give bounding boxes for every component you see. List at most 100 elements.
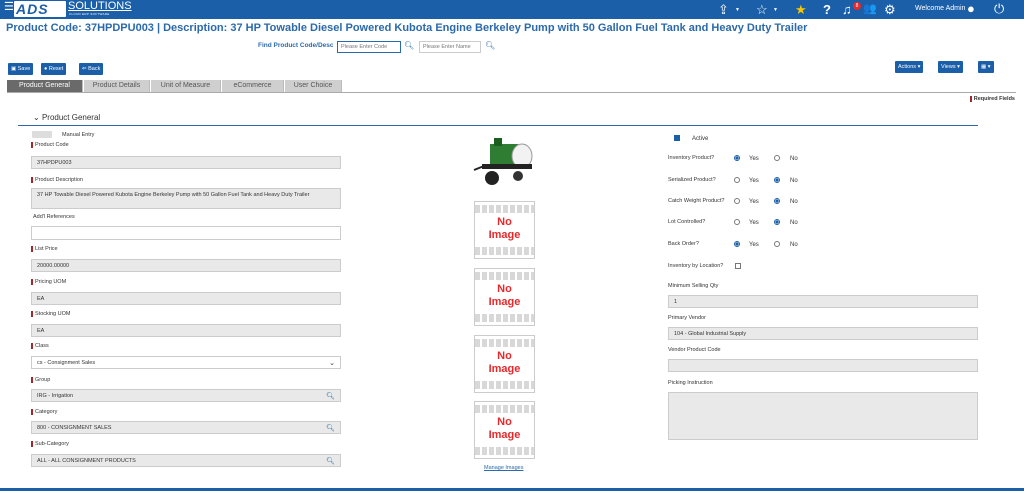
product-code-label: Product Code (31, 142, 69, 148)
back-button[interactable]: ⇐ Back (79, 63, 104, 75)
users-icon[interactable]: 👥 (863, 2, 877, 17)
list-price-field[interactable]: 20000.00000 (31, 259, 341, 272)
save-label: Save (17, 66, 31, 72)
film-strip-top (475, 205, 534, 213)
group-field[interactable]: IRG - Irrigation 🔍︎ (31, 389, 341, 402)
yes-label: Yes (749, 242, 759, 248)
top-navigation-bar: ☰ ADS SOLUTIONS CLOUD ERP SOFTWARE ⇪ ▼ ☆… (0, 0, 1024, 19)
share-caret-icon[interactable]: ▼ (735, 7, 740, 13)
category-search-icon[interactable]: 🔍︎ (326, 425, 335, 432)
no-image-placeholder[interactable]: No Image (474, 268, 535, 326)
find-product-label: Find Product Code/Desc (258, 42, 334, 49)
user-account-icon[interactable]: ● (967, 1, 975, 16)
stocking-uom-label: Stocking UOM (31, 311, 70, 317)
favorites-star-outline-icon[interactable]: ☆ (756, 2, 768, 17)
class-value: cs - Consignment Sales (37, 360, 96, 366)
no-label: No (790, 178, 798, 184)
share-icon[interactable]: ⇪ (718, 2, 729, 17)
power-logout-icon[interactable]: ⏻ (994, 1, 1004, 16)
inventory-by-location-checkbox[interactable] (735, 263, 741, 269)
product-code-field[interactable]: 37HPDPU003 (31, 156, 341, 169)
product-name-search-input[interactable]: Please Enter Name (419, 41, 481, 53)
manage-images-link[interactable]: Manage Images (484, 465, 523, 471)
tab-ecommerce[interactable]: eCommerce (222, 80, 284, 92)
save-button[interactable]: ▣ Save (8, 63, 34, 75)
search-name-icon[interactable]: 🔍︎ (485, 41, 495, 51)
reset-button[interactable]: ● Reset (41, 63, 67, 75)
catch-weight-label: Catch Weight Product? (668, 198, 725, 204)
active-checkbox[interactable] (674, 135, 680, 141)
logo-ads-text: ADS (16, 1, 49, 17)
serialized-product-no-radio[interactable] (774, 177, 780, 183)
favorite-star-icon[interactable]: ★ (795, 2, 807, 17)
primary-vendor-field[interactable]: 104 - Global Industrial Supply (668, 327, 978, 340)
inventory-product-no-radio[interactable] (774, 155, 780, 161)
class-label: Class (31, 343, 49, 349)
addl-references-field[interactable] (31, 226, 341, 240)
no-image-placeholder[interactable]: No Image (474, 401, 535, 459)
no-image-placeholder[interactable]: No Image (474, 335, 535, 393)
actions-button[interactable]: Actions ▾ (895, 61, 924, 73)
tab-unit-of-measure[interactable]: Unit of Measure (151, 80, 221, 92)
group-value: IRG - Irrigation (37, 393, 74, 399)
logo-tagline: CLOUD ERP SOFTWARE (69, 12, 110, 16)
pricing-uom-label: Pricing UOM (31, 279, 66, 285)
section-title: Product General (41, 113, 101, 122)
pricing-uom-field[interactable]: EA (31, 292, 341, 305)
no-image-text: No Image (488, 416, 521, 441)
views-label: Views (941, 64, 956, 70)
wheel-left (485, 171, 499, 185)
active-label: Active (692, 136, 709, 142)
vendor-product-code-field[interactable] (668, 359, 978, 372)
company-logo[interactable]: ADS SOLUTIONS CLOUD ERP SOFTWARE (14, 1, 132, 17)
subcategory-search-icon[interactable]: 🔍︎ (326, 458, 335, 465)
notifications-bell-icon[interactable]: ♫ (842, 2, 852, 17)
product-description-label: Product Description (31, 177, 83, 183)
picking-instruction-textarea[interactable] (668, 392, 978, 440)
product-code-search-input[interactable]: Please Enter Code (337, 41, 401, 53)
hamburger-menu-icon[interactable]: ☰ (4, 2, 14, 13)
views-button[interactable]: Views ▾ (938, 61, 963, 73)
favorites-caret-icon[interactable]: ▼ (773, 7, 778, 13)
page-title: Product Code: 37HPDPU003 | Description: … (6, 22, 808, 34)
stocking-uom-field[interactable]: EA (31, 324, 341, 337)
group-label: Group (31, 377, 50, 383)
subcategory-field[interactable]: ALL - ALL CONSIGNMENT PRODUCTS 🔍︎ (31, 454, 341, 467)
required-fields-note: Required Fields (969, 96, 1015, 102)
product-image-pump[interactable] (470, 134, 540, 196)
subcategory-label: Sub-Category (31, 441, 69, 447)
manual-entry-toggle[interactable] (32, 131, 52, 138)
tab-user-choice[interactable]: User Choice (285, 80, 342, 92)
welcome-text: Welcome Admin (915, 5, 966, 12)
product-description-field[interactable]: 37 HP Towable Diesel Powered Kubota Engi… (31, 188, 341, 209)
no-image-placeholder[interactable]: No Image (474, 201, 535, 259)
no-label: No (790, 242, 798, 248)
back-order-yes-radio[interactable] (734, 241, 740, 247)
catch-weight-yes-radio[interactable] (734, 198, 740, 204)
help-icon[interactable]: ? (823, 2, 831, 17)
category-field[interactable]: 800 - CONSIGNMENT SALES 🔍︎ (31, 421, 341, 434)
min-selling-qty-field[interactable]: 1 (668, 295, 978, 308)
addl-references-label: Add'l References (33, 214, 75, 220)
trailer-frame (482, 164, 532, 169)
tab-product-general[interactable]: Product General (7, 80, 83, 92)
settings-gear-icon[interactable]: ⚙ (884, 2, 896, 17)
inventory-product-yes-radio[interactable] (734, 155, 740, 161)
back-order-no-radio[interactable] (774, 241, 780, 247)
lot-controlled-yes-radio[interactable] (734, 219, 740, 225)
list-price-label: List Price (31, 246, 58, 252)
serialized-product-yes-radio[interactable] (734, 177, 740, 183)
back-order-label: Back Order? (668, 241, 699, 247)
vendor-product-code-label: Vendor Product Code (668, 347, 721, 353)
tab-underline (7, 92, 1016, 93)
search-code-icon[interactable]: 🔍︎ (404, 41, 414, 51)
lot-controlled-no-radio[interactable] (774, 219, 780, 225)
no-image-text: No Image (488, 283, 521, 308)
class-select[interactable]: cs - Consignment Sales ⌄ (31, 356, 341, 369)
grid-menu-button[interactable]: ▦ ▾ (978, 61, 994, 73)
group-search-icon[interactable]: 🔍︎ (326, 393, 335, 400)
section-header[interactable]: ⌄ Product General (33, 113, 100, 122)
no-image-text: No Image (488, 350, 521, 375)
tab-product-details[interactable]: Product Details (84, 80, 150, 92)
catch-weight-no-radio[interactable] (774, 198, 780, 204)
